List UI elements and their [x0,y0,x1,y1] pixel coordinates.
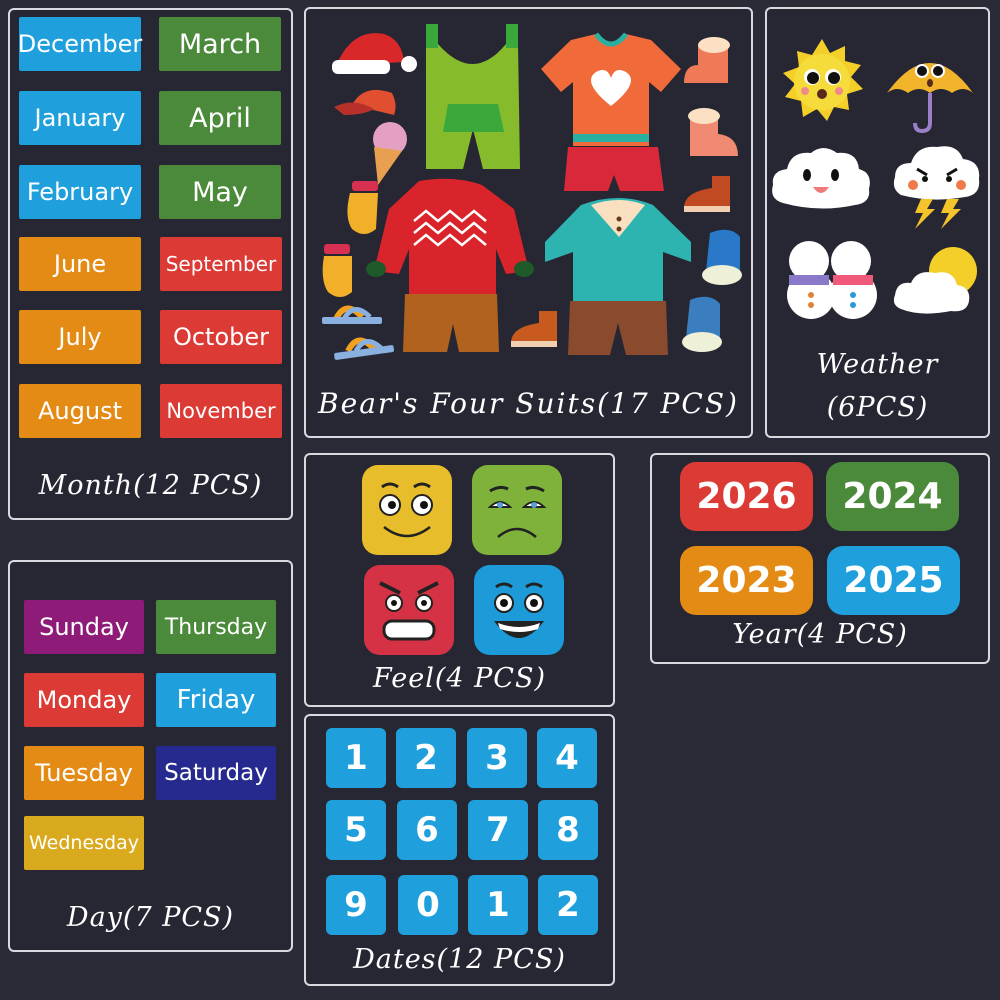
fur-boot-icon[interactable] [684,35,736,87]
year-tile[interactable]: 2026 [680,462,813,531]
orange-tshirt-icon[interactable] [541,32,681,149]
date-tile[interactable]: 8 [538,800,598,860]
brown-shoe-icon[interactable] [511,309,559,349]
month-tile[interactable]: May [159,165,281,219]
red-sweater-icon[interactable] [364,178,539,299]
date-tile[interactable]: 4 [537,728,597,788]
day-tile[interactable]: Tuesday [24,746,144,800]
date-tile[interactable]: 7 [468,800,528,860]
weather-title-line1: Weather [816,349,939,380]
red-shorts-icon[interactable] [564,147,664,192]
sun-cloud-icon[interactable] [891,241,983,321]
date-tile[interactable]: 3 [467,728,527,788]
brown-shoe-icon[interactable] [684,174,732,214]
day-panel: Sunday Thursday Monday Friday Tuesday Sa… [8,560,293,952]
month-tile[interactable]: January [19,91,141,145]
year-title: Year(4 PCS) [732,619,908,650]
day-tile[interactable]: Wednesday [24,816,144,870]
happy-face-icon[interactable] [362,465,452,555]
angry-face-icon[interactable] [364,565,454,655]
month-tile[interactable]: April [159,91,281,145]
month-tile[interactable]: September [160,237,282,291]
date-tile[interactable]: 1 [326,728,386,788]
cap-icon[interactable] [334,83,399,118]
month-panel: December January February June July Augu… [8,8,293,520]
santa-hat-icon[interactable] [332,24,417,74]
day-tile[interactable]: Thursday [156,600,276,654]
sandal-icon[interactable] [322,297,384,327]
day-tile[interactable]: Sunday [24,600,144,654]
sandal-icon[interactable] [334,327,396,363]
suits-title: Bear's Four Suits(17 PCS) [318,387,739,420]
dates-panel: 1 2 3 4 5 6 7 8 9 0 1 2 Dates(12 PCS) [304,714,615,986]
green-overalls-icon[interactable] [418,24,528,174]
month-tile[interactable]: August [19,384,141,438]
snowmen-icon[interactable] [781,237,881,319]
thunder-cloud-icon[interactable] [891,139,983,229]
year-panel: 2026 2024 2023 2025 Year(4 PCS) [650,453,990,664]
weather-panel: Weather (6PCS) [765,7,990,438]
date-tile[interactable]: 5 [326,800,386,860]
cloud-icon[interactable] [769,143,873,213]
month-tile[interactable]: March [159,17,281,71]
day-title: Day(7 PCS) [66,902,235,933]
suits-panel: Bear's Four Suits(17 PCS) [304,7,753,438]
month-title: Month(12 PCS) [38,470,263,501]
date-tile[interactable]: 0 [398,875,458,935]
sad-face-icon[interactable] [472,465,562,555]
teal-polo-icon[interactable] [541,197,696,307]
month-tile[interactable]: October [160,310,282,364]
date-tile[interactable]: 9 [326,875,386,935]
year-tile[interactable]: 2023 [680,546,813,615]
year-tile[interactable]: 2025 [827,546,960,615]
sun-icon[interactable] [779,39,865,125]
ice-cream-icon[interactable] [368,121,408,186]
brown-trousers-icon[interactable] [568,301,668,357]
date-tile[interactable]: 6 [397,800,457,860]
date-tile[interactable]: 2 [396,728,456,788]
fur-boot-icon[interactable] [684,104,740,159]
weather-title-line2: (6PCS) [826,392,929,423]
dates-title: Dates(12 PCS) [353,944,566,975]
day-tile[interactable]: Monday [24,673,144,727]
feel-panel: Feel(4 PCS) [304,453,615,707]
excited-face-icon[interactable] [474,565,564,655]
blue-sneaker-icon[interactable] [680,296,726,356]
brown-pants-icon[interactable] [403,294,499,354]
feel-title: Feel(4 PCS) [373,663,546,694]
date-tile[interactable]: 1 [468,875,528,935]
year-tile[interactable]: 2024 [826,462,959,531]
mitten-icon[interactable] [320,244,358,299]
month-tile[interactable]: February [19,165,141,219]
month-tile[interactable]: December [18,17,142,71]
date-tile[interactable]: 2 [538,875,598,935]
umbrella-icon[interactable] [885,43,975,134]
month-tile[interactable]: November [160,384,282,438]
blue-sneaker-icon[interactable] [700,229,744,289]
month-tile[interactable]: June [19,237,141,291]
day-tile[interactable]: Saturday [156,746,276,800]
day-tile[interactable]: Friday [156,673,276,727]
month-tile[interactable]: July [19,310,141,364]
